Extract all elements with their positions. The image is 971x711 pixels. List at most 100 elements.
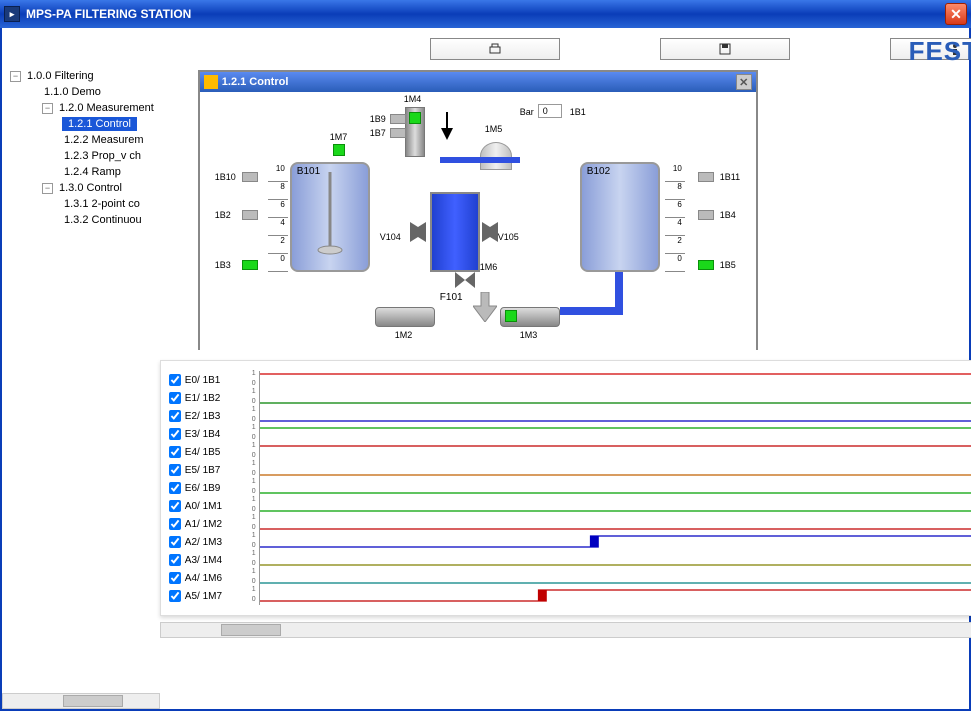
app-icon: ▸ — [4, 6, 20, 22]
chart-signal-checkbox-10[interactable] — [169, 554, 181, 566]
chart-row-5: 1 0 — [259, 461, 971, 479]
chart-scrollbar[interactable] — [160, 622, 971, 638]
chart-row-11: 1 0 — [259, 569, 971, 587]
tree-item-5[interactable]: 1.2.3 Prop_v ch — [10, 148, 156, 164]
tree-item-0[interactable]: −1.0.0 Filtering — [10, 68, 156, 84]
sensor-1b10-led — [242, 172, 258, 182]
tree-item-7[interactable]: −1.3.0 Control — [10, 180, 156, 196]
tree-item-3[interactable]: 1.2.1 Control — [10, 116, 156, 132]
chart-signal-checkbox-12[interactable] — [169, 590, 181, 602]
pipe — [615, 272, 623, 315]
window-title: MPS-PA FILTERING STATION — [26, 7, 945, 21]
chart-signal-checkbox-2[interactable] — [169, 410, 181, 422]
tree-item-label: 1.2.1 Control — [62, 117, 137, 131]
close-icon[interactable]: ✕ — [945, 3, 967, 25]
schematic-panel: 1.2.1 Control ✕ B101 B102 F101 1086420 1… — [198, 70, 758, 350]
sidebar-scrollbar[interactable] — [2, 693, 160, 709]
chart-plot-area: 1 0 1 0 1 0 1 0 1 0 1 0 1 — [259, 371, 971, 605]
schematic-body: B101 B102 F101 1086420 1086420 1M4 — [200, 92, 756, 350]
window-titlebar: ▸ MPS-PA FILTERING STATION ✕ — [0, 0, 971, 28]
chart-row-12: 1 0 — [259, 587, 971, 605]
chart-ylabel-0: 0 — [252, 398, 256, 405]
chart-ylabel-0: 0 — [252, 416, 256, 423]
toolbar-button-1[interactable] — [430, 38, 560, 60]
signal-chart: E0/ 1B1 E1/ 1B2 E2/ 1B3 E3/ 1B4 E4/ 1B5 … — [160, 360, 971, 616]
chart-ylabel-0: 0 — [252, 470, 256, 477]
chart-signal-checkbox-4[interactable] — [169, 446, 181, 458]
chart-signal-checkbox-7[interactable] — [169, 500, 181, 512]
chart-signal-checkbox-11[interactable] — [169, 572, 181, 584]
chart-legend-row: E4/ 1B5 — [169, 443, 259, 461]
chart-signal-label: A0/ 1M1 — [185, 501, 222, 512]
chart-ylabel-1: 1 — [252, 388, 256, 395]
agitator-icon — [315, 172, 345, 262]
chart-ylabel-1: 1 — [252, 532, 256, 539]
chart-ylabel-0: 0 — [252, 488, 256, 495]
sensor-1b10-label: 1B10 — [215, 172, 236, 182]
chart-ylabel-0: 0 — [252, 578, 256, 585]
bar-value: 0 — [538, 104, 562, 118]
chart-row-10: 1 0 — [259, 551, 971, 569]
pipe — [440, 157, 520, 163]
sensor-1b4-led — [698, 210, 714, 220]
chart-ylabel-1: 1 — [252, 568, 256, 575]
chart-signal-checkbox-9[interactable] — [169, 536, 181, 548]
chart-signal-checkbox-8[interactable] — [169, 518, 181, 530]
chart-signal-checkbox-3[interactable] — [169, 428, 181, 440]
chart-signal-label: A4/ 1M6 — [185, 573, 222, 584]
chart-row-6: 1 0 — [259, 479, 971, 497]
valve-v104-icon — [410, 222, 426, 242]
chart-ylabel-1: 1 — [252, 496, 256, 503]
brand-logo: FESTO — [909, 36, 971, 67]
chart-legend-row: E2/ 1B3 — [169, 407, 259, 425]
chart-legend-row: E6/ 1B9 — [169, 479, 259, 497]
sensor-1b1-label: 1B1 — [570, 107, 586, 117]
valve-v104-label: V104 — [380, 232, 401, 242]
chart-ylabel-1: 1 — [252, 478, 256, 485]
tree-item-1[interactable]: 1.1.0 Demo — [10, 84, 156, 100]
tree-item-8[interactable]: 1.3.1 2-point co — [10, 196, 156, 212]
schematic-title: 1.2.1 Control — [222, 76, 289, 88]
toolbar-button-2[interactable] — [660, 38, 790, 60]
pipe — [560, 307, 620, 315]
tree-expander-icon[interactable]: − — [42, 183, 53, 194]
chart-legend-row: A4/ 1M6 — [169, 569, 259, 587]
tree-item-6[interactable]: 1.2.4 Ramp — [10, 164, 156, 180]
save-icon — [718, 42, 732, 56]
chart-signal-checkbox-6[interactable] — [169, 482, 181, 494]
chart-legend-row: A1/ 1M2 — [169, 515, 259, 533]
panel-icon — [204, 75, 218, 89]
chart-ylabel-0: 0 — [252, 542, 256, 549]
chart-signal-label: E5/ 1B7 — [185, 465, 221, 476]
chart-signal-label: A1/ 1M2 — [185, 519, 222, 530]
tree-item-4[interactable]: 1.2.2 Measurem — [10, 132, 156, 148]
chart-row-2: 1 0 — [259, 407, 971, 425]
tank-b102 — [580, 162, 660, 272]
tree-item-label: 1.2.2 Measurem — [62, 133, 145, 147]
chart-signal-checkbox-0[interactable] — [169, 374, 181, 386]
printer-icon — [488, 42, 502, 56]
tree-item-label: 1.0.0 Filtering — [25, 69, 96, 83]
sensor-1b11-led — [698, 172, 714, 182]
chart-legend-row: E3/ 1B4 — [169, 425, 259, 443]
valve-v105-icon — [482, 222, 498, 242]
chart-signal-checkbox-1[interactable] — [169, 392, 181, 404]
motor-1m6-label: 1M6 — [480, 262, 498, 272]
scale-left: 1086420 — [268, 164, 288, 272]
chart-signal-checkbox-5[interactable] — [169, 464, 181, 476]
chart-legend-row: E1/ 1B2 — [169, 389, 259, 407]
chart-legend-row: E5/ 1B7 — [169, 461, 259, 479]
scale-right: 1086420 — [665, 164, 685, 272]
schematic-close-icon[interactable]: ✕ — [736, 74, 752, 90]
tree-expander-icon[interactable]: − — [10, 71, 21, 82]
chart-ylabel-1: 1 — [252, 424, 256, 431]
sensor-1b5-label: 1B5 — [720, 260, 736, 270]
motor-1m7-led — [333, 144, 345, 156]
tree-item-9[interactable]: 1.3.2 Continuou — [10, 212, 156, 228]
tree-item-2[interactable]: −1.2.0 Measurement — [10, 100, 156, 116]
chart-legend-row: A3/ 1M4 — [169, 551, 259, 569]
chart-legend-row: E0/ 1B1 — [169, 371, 259, 389]
outflow-arrow-icon — [473, 292, 497, 322]
tree-expander-icon[interactable]: − — [42, 103, 53, 114]
tree-item-label: 1.2.4 Ramp — [62, 165, 123, 179]
